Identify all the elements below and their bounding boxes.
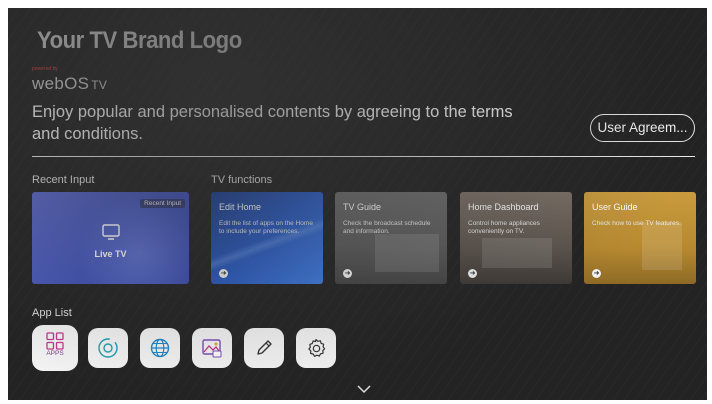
app-list-label: App List: [32, 307, 72, 319]
tv-function-card-user-guide[interactable]: User Guide Check how to use TV features.…: [584, 192, 696, 284]
live-tv-label: Live TV: [94, 249, 127, 259]
app-item-edit[interactable]: [244, 328, 284, 368]
app-item-home-dashboard[interactable]: [88, 328, 128, 368]
tv-function-card-home-dashboard[interactable]: Home Dashboard Control home appliances c…: [460, 192, 572, 284]
card-title: TV Guide: [343, 202, 382, 212]
powered-by-text: powered by: [32, 66, 58, 72]
card-title: Edit Home: [219, 202, 262, 212]
edit-pencil-icon: [257, 340, 272, 355]
brand-logo: Your TV Brand Logo: [37, 27, 242, 54]
card-description: Edit the list of apps on the Home to inc…: [219, 220, 313, 235]
settings-gear-icon: [308, 338, 326, 357]
terms-message: Enjoy popular and personalised contents …: [32, 103, 513, 143]
apps-label: APPS: [46, 350, 64, 357]
arrow-right-icon: ➜: [468, 269, 477, 278]
divider: [32, 156, 695, 157]
chevron-down-icon[interactable]: [357, 385, 371, 394]
app-item-gallery[interactable]: [192, 328, 232, 368]
webos-logo-text: webOS: [32, 74, 90, 93]
arrow-right-icon: ➜: [219, 269, 228, 278]
arrow-right-icon: ➜: [343, 269, 352, 278]
webos-logo-suffix: TV: [91, 78, 108, 92]
web-browser-icon: [150, 338, 170, 358]
recent-input-badge: Recent Input: [140, 199, 185, 208]
card-description: Check how to use TV features.: [592, 220, 681, 227]
card-title: Home Dashboard: [468, 202, 539, 212]
tv-home-screen: Your TV Brand Logo powered by webOS TV En…: [8, 8, 707, 400]
recent-input-label: Recent Input: [32, 174, 95, 186]
app-item-apps[interactable]: APPS: [32, 325, 78, 371]
gallery-icon: [202, 339, 222, 358]
card-description: Check the broadcast schedule and informa…: [343, 220, 431, 235]
tv-function-card-edit-home[interactable]: Edit Home Edit the list of apps on the H…: [211, 192, 323, 284]
home-dashboard-icon: [98, 338, 118, 358]
app-item-web-browser[interactable]: [140, 328, 180, 368]
recent-input-card-live-tv[interactable]: Recent Input Live TV: [32, 192, 189, 284]
card-title: User Guide: [592, 202, 638, 212]
apps-grid-icon: [46, 332, 64, 350]
app-item-settings[interactable]: [296, 328, 336, 368]
card-description: Control home appliances conveniently on …: [468, 220, 540, 235]
tv-function-card-tv-guide[interactable]: TV Guide Check the broadcast schedule an…: [335, 192, 447, 284]
arrow-right-icon: ➜: [592, 269, 601, 278]
user-agreement-button[interactable]: User Agreem...: [590, 114, 695, 142]
webos-logo: webOS TV: [32, 74, 107, 94]
room-illustration: [482, 238, 552, 268]
tv-icon: [102, 224, 120, 240]
tv-screen-illustration: [375, 234, 439, 272]
question-illustration: [642, 222, 682, 270]
tv-functions-label: TV functions: [211, 174, 273, 186]
